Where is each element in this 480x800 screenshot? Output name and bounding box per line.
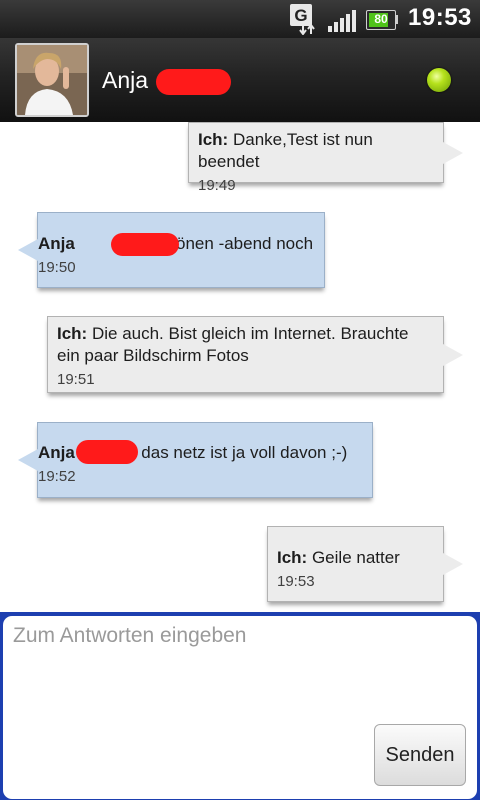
message-bubble-outgoing[interactable]: Ich: Geile natter 19:53 [267, 526, 463, 602]
online-status-dot [427, 68, 451, 92]
message-bubble-incoming[interactable]: Anja schönen -abend noch 19:50 [18, 212, 325, 288]
message-text: : das netz ist ja voll davon ;-) [131, 443, 348, 462]
message-bubble-outgoing[interactable]: Ich: Danke,Test ist nun beendet 19:49 [188, 122, 463, 194]
conversation-header: Anja [0, 38, 480, 123]
g-data-transfer-icon: G [290, 4, 315, 35]
message-list[interactable]: Ich: Danke,Test ist nun beendet 19:49 An… [0, 122, 480, 612]
message-time: 19:49 [198, 177, 236, 194]
status-clock: 19:53 [408, 4, 472, 31]
reply-input-field[interactable]: Zum Antworten eingeben Senden [3, 616, 477, 799]
message-sender: Anja [38, 234, 75, 253]
message-text: Die auch. Bist gleich im Internet. Brauc… [57, 324, 409, 365]
message-time: 19:53 [277, 573, 315, 590]
compose-area: Zum Antworten eingeben Senden [0, 612, 480, 800]
message-time: 19:50 [38, 259, 76, 276]
reply-input-placeholder[interactable]: Zum Antworten eingeben [13, 624, 363, 648]
message-time: 19:51 [57, 371, 95, 388]
message-sender: Ich: [57, 324, 88, 343]
message-sender: Ich: [277, 548, 308, 567]
message-sender: Anja [38, 443, 75, 462]
signal-strength-icon [328, 10, 356, 32]
redaction-mark [111, 233, 179, 256]
redaction-mark [76, 440, 138, 464]
battery-icon: 80 [364, 10, 398, 30]
message-time: 19:52 [38, 468, 76, 485]
contact-avatar[interactable] [15, 43, 89, 117]
send-button[interactable]: Senden [374, 724, 466, 786]
message-sender: Ich: [198, 130, 229, 149]
contact-name: Anja [102, 67, 149, 93]
battery-level: 80 [374, 12, 388, 26]
svg-text:G: G [294, 6, 307, 25]
message-bubble-outgoing[interactable]: Ich: Die auch. Bist gleich im Internet. … [47, 316, 463, 393]
message-text: Geile natter [307, 548, 400, 567]
avatar-photo [17, 45, 87, 115]
redaction-mark [156, 69, 231, 95]
status-bar: G 80 19:53 [0, 0, 480, 38]
message-bubble-incoming[interactable]: Anja : das netz ist ja voll davon ;-) 19:… [18, 422, 373, 498]
